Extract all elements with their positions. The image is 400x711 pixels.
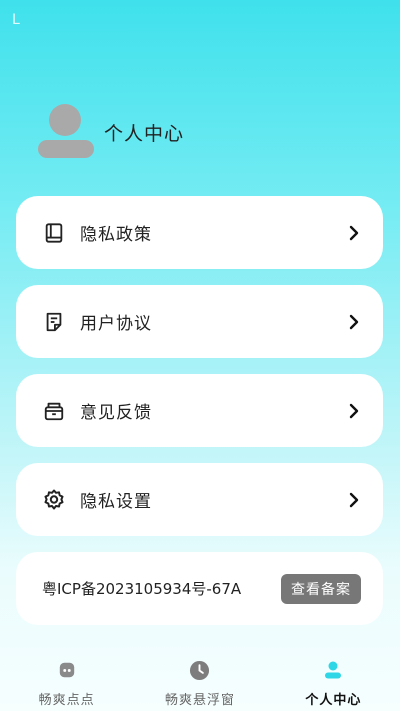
tab-floating-window[interactable]: 畅爽悬浮窗 [133,650,266,711]
menu-item-user-agreement[interactable]: 用户协议 [16,285,383,358]
view-record-button[interactable]: 查看备案 [281,573,361,604]
page-title: 个人中心 [104,122,185,145]
tab-label: 畅爽点点 [38,693,95,708]
menu-item-label: 隐私设置 [80,492,152,512]
icp-number: 粤ICP备2023105934号-67A [42,580,242,598]
clock-icon [189,659,211,681]
menu-item-label: 意见反馈 [80,403,152,423]
menu-item-label: 用户协议 [80,314,152,334]
home-icon [56,659,78,681]
person-icon [322,659,344,681]
tab-label: 个人中心 [305,693,362,708]
document-icon [42,310,66,334]
chevron-right-icon [347,402,361,420]
tab-label: 畅爽悬浮窗 [164,693,235,708]
bottom-tab-bar: 畅爽点点 畅爽悬浮窗 个人中心 [0,650,400,711]
gear-icon [42,488,66,512]
chevron-right-icon [347,224,361,242]
menu-item-privacy-policy[interactable]: 隐私政策 [16,196,383,269]
tab-changshuang-diandian[interactable]: 畅爽点点 [0,650,133,711]
menu-item-feedback[interactable]: 意见反馈 [16,374,383,447]
avatar[interactable] [36,104,98,160]
tab-personal-center[interactable]: 个人中心 [267,650,400,711]
icp-record-card: 粤ICP备2023105934号-67A 查看备案 [16,552,383,625]
menu-item-privacy-settings[interactable]: 隐私设置 [16,463,383,536]
menu-item-label: 隐私政策 [80,225,152,245]
chevron-right-icon [347,491,361,509]
feedback-box-icon [42,399,66,423]
chevron-right-icon [347,313,361,331]
status-indicator: L [12,12,20,28]
profile-header: 个人中心 [36,104,184,160]
book-icon [42,221,66,245]
